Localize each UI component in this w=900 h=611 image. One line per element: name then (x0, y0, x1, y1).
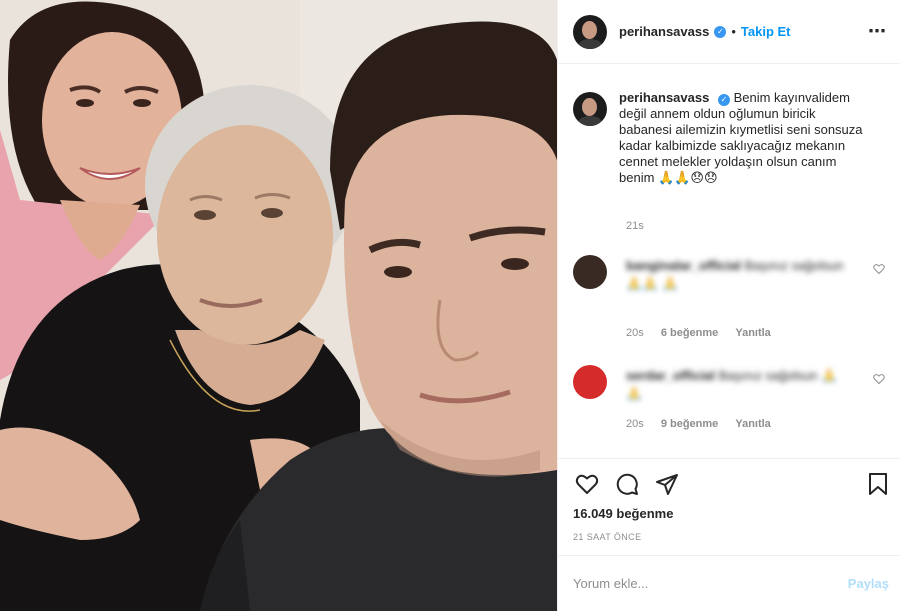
heart-icon[interactable] (573, 470, 601, 498)
comment-like-icon[interactable] (873, 263, 885, 278)
like-count[interactable]: 16.049 beğenme (573, 506, 673, 521)
comment-like-icon[interactable] (873, 373, 885, 388)
post-header: perihansavass ✓ • Takip Et ⋯ (558, 0, 900, 64)
verified-icon: ✓ (714, 25, 727, 38)
post-comment-button[interactable]: Paylaş (848, 576, 889, 591)
add-comment-bar: Paylaş (558, 555, 900, 611)
commenter-username[interactable]: serdar_official (626, 368, 715, 383)
comment-meta: 20s 6 beğenme Yanıtla (626, 327, 785, 339)
author-username[interactable]: perihansavass (619, 24, 709, 39)
commenter-username[interactable]: banginalar_official (626, 258, 741, 273)
author-avatar[interactable] (573, 14, 607, 49)
comment-likes[interactable]: 6 beğenme (661, 327, 718, 339)
caption-text-block: perihansavass ✓ Benim kayınvalidem değil… (619, 90, 869, 186)
post-actions (573, 470, 681, 498)
commenter-avatar[interactable] (573, 255, 607, 289)
bookmark-icon[interactable] (864, 470, 892, 498)
actions-divider (558, 458, 900, 459)
caption-username[interactable]: perihansavass (619, 90, 709, 105)
comment-icon[interactable] (613, 470, 641, 498)
share-icon[interactable] (653, 470, 681, 498)
comment-text-blurred: serdar_official Başınız sağolsun 🙏🙏 (626, 367, 846, 403)
comment-time[interactable]: 20s (626, 418, 644, 430)
caption-time[interactable]: 21s (626, 220, 644, 232)
comment-likes[interactable]: 9 beğenme (661, 418, 718, 430)
post-caption: perihansavass ✓ Benim kayınvalidem değil… (573, 90, 893, 186)
reply-button[interactable]: Yanıtla (735, 327, 770, 339)
post-timestamp[interactable]: 21 SAAT ÖNCE (573, 532, 642, 542)
reply-button[interactable]: Yanıtla (735, 418, 770, 430)
comment-time[interactable]: 20s (626, 327, 644, 339)
comment-meta: 20s 9 beğenme Yanıtla (626, 418, 785, 430)
comment-input[interactable] (573, 572, 823, 594)
post-photo[interactable] (0, 0, 557, 611)
comment-text-blurred: banginalar_official Başınız sağolsun 🙏🙏 … (626, 257, 846, 293)
post-panel: perihansavass ✓ • Takip Et ⋯ perihansava… (557, 0, 900, 611)
photo-illustration (0, 0, 557, 611)
separator-dot: • (731, 24, 736, 39)
follow-button[interactable]: Takip Et (741, 24, 791, 39)
caption-avatar[interactable] (573, 92, 607, 126)
commenter-avatar[interactable] (573, 365, 607, 399)
verified-icon: ✓ (717, 94, 730, 106)
more-icon[interactable]: ⋯ (868, 22, 887, 40)
